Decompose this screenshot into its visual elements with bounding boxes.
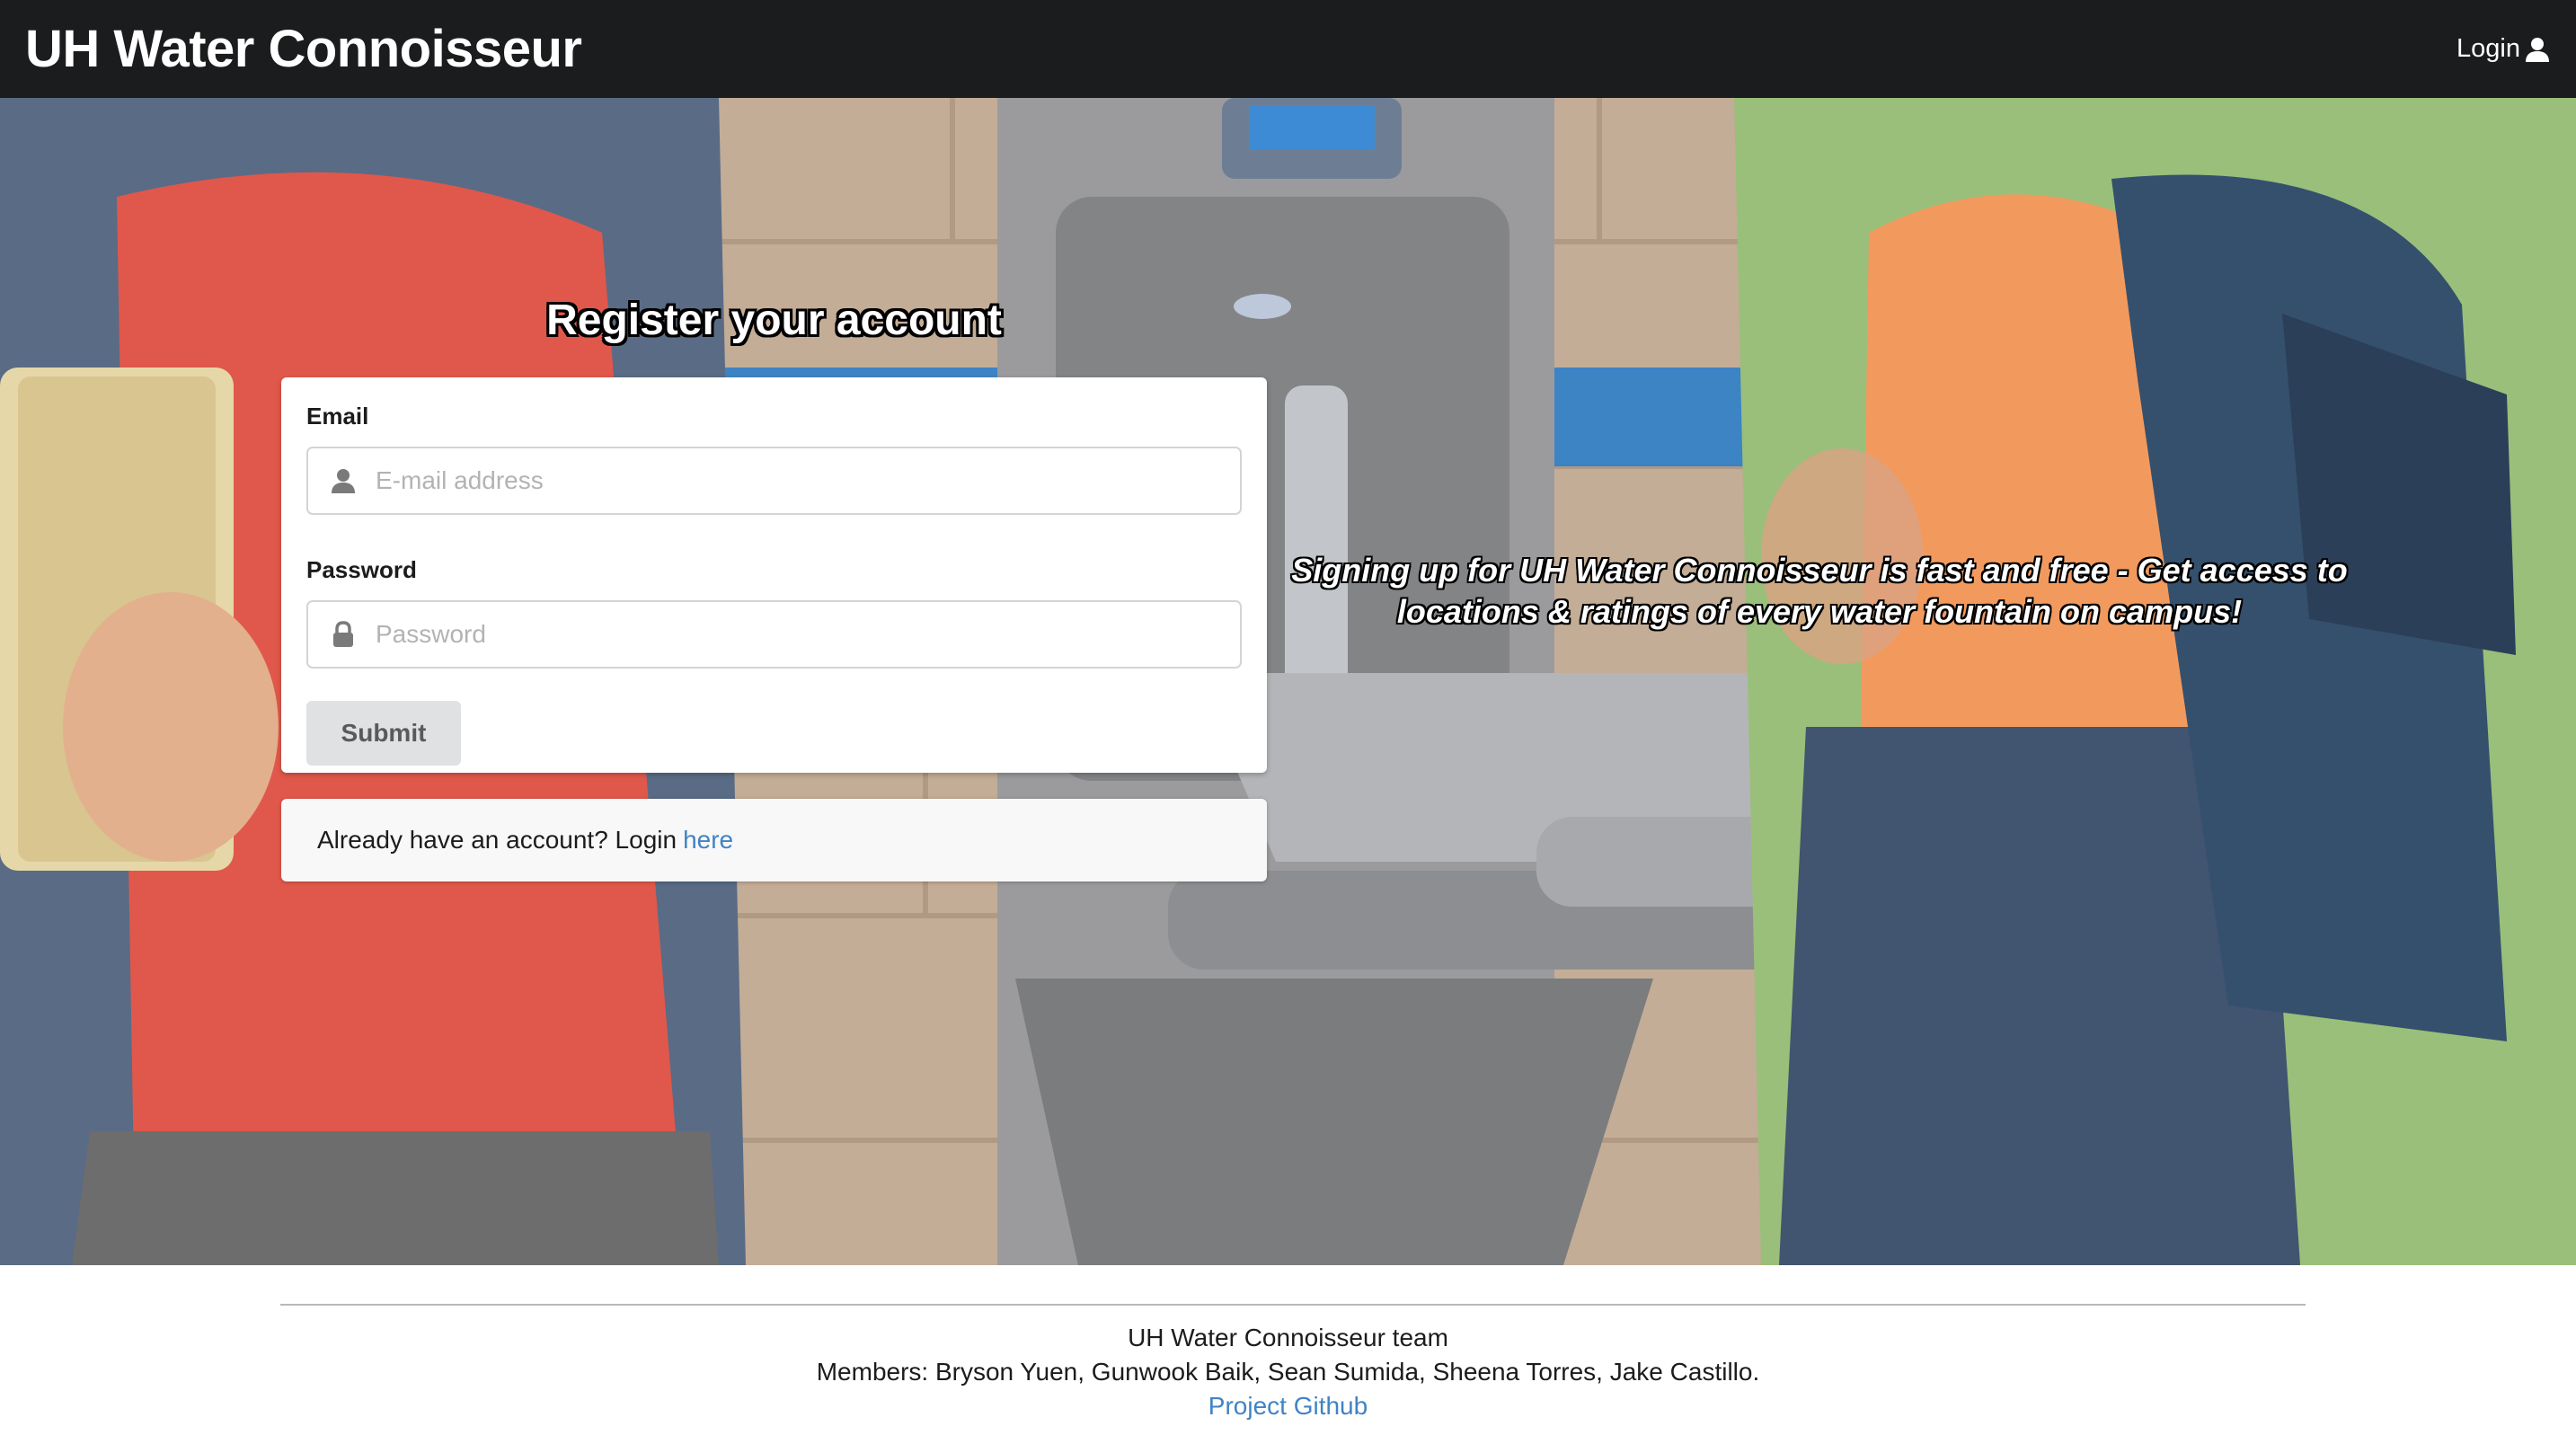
hero-section: Register your account Email Password Sub… [0, 98, 2576, 1265]
signup-tagline: Signing up for UH Water Connoisseur is f… [1291, 552, 2348, 630]
nav-login-link[interactable]: Login [2456, 34, 2551, 64]
email-field-wrapper [306, 447, 1242, 515]
password-label: Password [306, 556, 417, 583]
login-here-link[interactable]: here [683, 826, 733, 855]
register-form: Email Password Submit [281, 377, 1267, 773]
footer-team: UH Water Connoisseur team [1128, 1324, 1448, 1351]
top-navbar: UH Water Connoisseur Login [0, 0, 2576, 98]
project-github-link[interactable]: Project Github [1208, 1392, 1368, 1420]
register-title: Register your account [546, 297, 1002, 344]
login-message: Already have an account? Login here [281, 799, 1267, 881]
login-message-text: Already have an account? Login [317, 826, 677, 854]
password-field-wrapper [306, 600, 1242, 669]
submit-button[interactable]: Submit [306, 701, 461, 766]
brand-title[interactable]: UH Water Connoisseur [25, 19, 582, 79]
email-label: Email [306, 403, 369, 430]
password-input[interactable] [308, 602, 1240, 667]
footer-content: UH Water Connoisseur team Members: Bryso… [0, 1321, 2576, 1423]
nav-login-label: Login [2456, 34, 2520, 63]
footer-divider [280, 1304, 2306, 1306]
footer: UH Water Connoisseur team Members: Bryso… [0, 1265, 2576, 1435]
user-icon [2526, 37, 2549, 62]
footer-members: Members: Bryson Yuen, Gunwook Baik, Sean… [816, 1358, 1760, 1386]
email-input[interactable] [308, 448, 1240, 513]
